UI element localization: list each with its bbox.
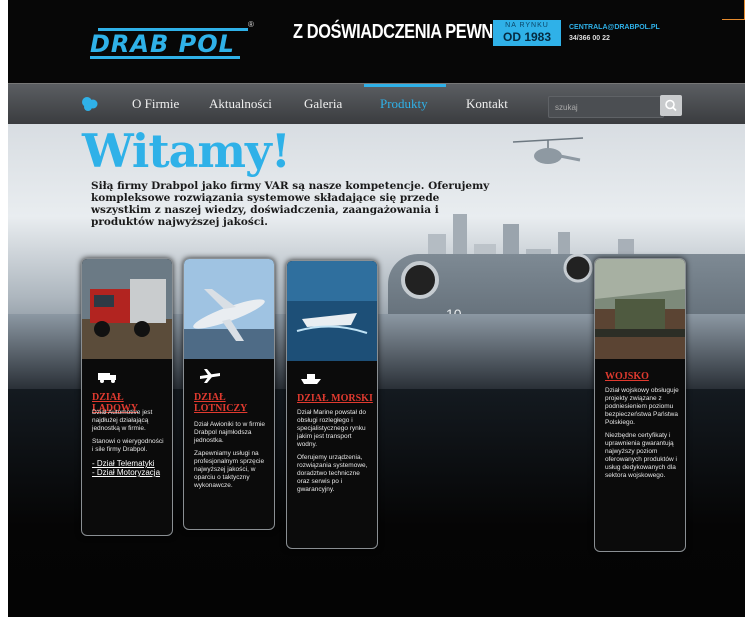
card-body: Dział Automotive jest najdłużej działają… — [92, 409, 166, 477]
card-paragraph: Oferujemy urządzenia, rozwiązania system… — [297, 454, 368, 493]
card-paragraph: Dział wojskowy obsługuje projekty związa… — [605, 387, 679, 426]
boat-icon — [301, 374, 321, 384]
card-body: Dział Marine powstał do obsługi rozległe… — [297, 409, 371, 499]
years-badge: NA RYNKU OD 1983 — [493, 20, 561, 46]
search-button[interactable] — [660, 95, 682, 116]
page-title: Witamy! — [82, 124, 291, 178]
link-dzial-telematyki[interactable]: - Dział Telematyki — [92, 459, 166, 468]
search-box — [548, 96, 664, 118]
airplane-photo — [184, 259, 274, 359]
card-title[interactable]: DZIAŁ MORSKI — [297, 393, 373, 404]
airplane-icon — [200, 369, 220, 383]
card-title[interactable]: DZIAŁ LOTNICZY — [194, 392, 270, 414]
corner-guide-line — [744, 0, 745, 20]
registered-mark: ® — [248, 20, 254, 29]
contact-phone: 34/366 00 22 — [569, 35, 610, 42]
card-paragraph: Dział Automotive jest najdłużej działają… — [92, 409, 153, 432]
years-label: NA RYNKU — [505, 22, 549, 29]
card-title[interactable]: WOJSKO — [605, 371, 681, 382]
main-nav: O Firmie Aktualności Galeria Produkty Ko… — [8, 83, 745, 124]
nav-item-kontakt[interactable]: Kontakt — [466, 96, 508, 112]
contact-info: CENTRALA@DRABPOL.PL 34/366 00 22 — [569, 22, 660, 44]
nav-item-produkty[interactable]: Produkty — [380, 96, 428, 112]
active-tab-indicator — [364, 84, 446, 87]
years-value: OD 1983 — [502, 30, 552, 44]
search-icon — [665, 99, 677, 112]
card-dzial-ladowy[interactable]: DZIAŁ LĄDOWY Dział Automotive jest najdł… — [81, 258, 173, 536]
nav-item-aktualnosci[interactable]: Aktualności — [209, 96, 272, 112]
tank-photo — [595, 259, 685, 359]
home-icon[interactable] — [80, 95, 100, 113]
page-frame: DRAB POL ® Z DOŚWIADCZENIA PEWNI NA RYNK… — [8, 0, 745, 617]
intro-text: Siłą firmy Drabpol jako firmy VAR są nas… — [91, 180, 490, 228]
nav-item-galeria[interactable]: Galeria — [304, 96, 342, 112]
card-paragraph: Zapewniamy usługi na profesjonalnym sprz… — [194, 450, 265, 489]
drabpol-logo[interactable]: DRAB POL — [90, 24, 260, 59]
link-dzial-motoryzacja[interactable]: - Dział Motoryzacja — [92, 468, 166, 477]
helicopter-image — [512, 137, 584, 164]
search-input[interactable] — [549, 98, 661, 117]
card-paragraph: Stanowi o wierygodności i sile firmy Dra… — [92, 438, 164, 453]
card-body: Dział wojskowy obsługuje projekty związa… — [605, 387, 679, 485]
card-paragraph: Dział Marine powstał do obsługi rozległe… — [297, 409, 367, 448]
card-dzial-morski[interactable]: DZIAŁ MORSKI Dział Marine powstał do obs… — [286, 260, 378, 549]
logo-text: DRAB POL — [90, 30, 235, 58]
truck-photo — [82, 259, 172, 359]
tagline: Z DOŚWIADCZENIA PEWNI — [293, 21, 497, 43]
card-wojsko[interactable]: WOJSKO Dział wojskowy obsługuje projekty… — [594, 258, 686, 552]
card-body: Dział Awioniki to w firmie Drabpol najmł… — [194, 421, 268, 495]
card-paragraph: Dział Awioniki to w firmie Drabpol najmł… — [194, 421, 266, 444]
contact-email[interactable]: CENTRALA@DRABPOL.PL — [569, 22, 660, 33]
card-paragraph: Niezbędne certyfikaty i uprawnienia gwar… — [605, 432, 677, 479]
boat-photo — [287, 261, 377, 361]
truck-icon — [98, 373, 116, 383]
nav-item-o-firmie[interactable]: O Firmie — [132, 96, 179, 112]
corner-guide-tick — [722, 19, 744, 20]
logo-bar-bottom — [90, 56, 240, 59]
card-dzial-lotniczy[interactable]: DZIAŁ LOTNICZY Dział Awioniki to w firmi… — [183, 258, 275, 530]
